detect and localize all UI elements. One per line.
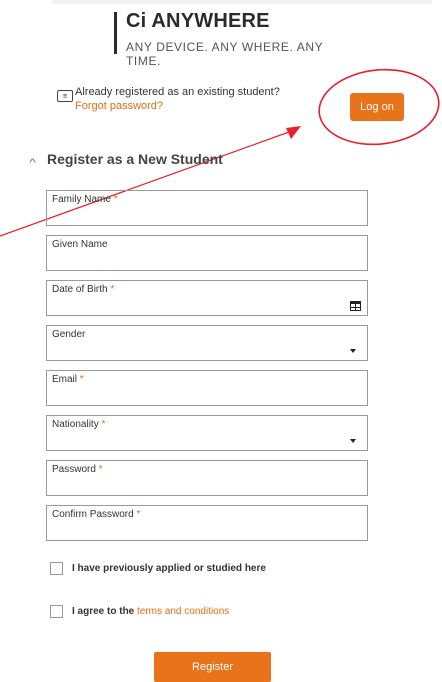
brand-title: Ci ANYWHERE	[126, 10, 270, 32]
forgot-password-link[interactable]: Forgot password?	[75, 100, 163, 112]
agree-terms-label: I agree to the terms and conditions	[72, 606, 230, 617]
password-field[interactable]: Password *	[46, 460, 368, 496]
top-divider	[52, 0, 432, 4]
caret-down-icon[interactable]	[350, 439, 356, 443]
date-of-birth-input[interactable]	[51, 297, 363, 313]
confirm-password-input[interactable]	[51, 522, 363, 538]
terms-link[interactable]: terms and conditions	[137, 606, 229, 617]
email-label: Email *	[52, 374, 84, 385]
register-button[interactable]: Register	[154, 652, 271, 682]
email-field[interactable]: Email *	[46, 370, 368, 406]
brand-tagline: ANY DEVICE. ANY WHERE. ANY TIME.	[126, 40, 323, 68]
previously-applied-checkbox[interactable]	[50, 562, 63, 575]
date-of-birth-label: Date of Birth *	[52, 284, 115, 295]
log-on-button[interactable]: Log on	[350, 93, 404, 121]
brand-bar	[114, 12, 117, 54]
family-name-field[interactable]: Family Name *	[46, 190, 368, 226]
date-of-birth-field[interactable]: Date of Birth *	[46, 280, 368, 316]
gender-field[interactable]: Gender	[46, 325, 368, 361]
existing-student-prompt: Already registered as an existing studen…	[75, 86, 280, 98]
confirm-password-field[interactable]: Confirm Password *	[46, 505, 368, 541]
register-section-title: Register as a New Student	[47, 151, 223, 167]
agree-terms-checkbox[interactable]	[50, 605, 63, 618]
confirm-password-label: Confirm Password *	[52, 509, 141, 520]
password-input[interactable]	[51, 477, 363, 493]
annotation-arrow-head	[286, 126, 301, 139]
email-input[interactable]	[51, 387, 363, 403]
password-label: Password *	[52, 464, 103, 475]
calendar-icon[interactable]	[350, 301, 361, 311]
nationality-field[interactable]: Nationality *	[46, 415, 368, 451]
nationality-label: Nationality *	[52, 419, 106, 430]
family-name-label: Family Name *	[52, 194, 118, 205]
caret-down-icon[interactable]	[350, 349, 356, 353]
chevron-up-icon[interactable]: ^	[29, 157, 36, 169]
brand-logo: Ci ANYWHERE ANY DEVICE. ANY WHERE. ANY T…	[114, 10, 334, 68]
id-card-icon: ≡	[57, 90, 73, 102]
given-name-input[interactable]	[51, 252, 363, 268]
given-name-field[interactable]: Given Name	[46, 235, 368, 271]
previously-applied-label: I have previously applied or studied her…	[72, 563, 266, 574]
family-name-input[interactable]	[51, 207, 363, 223]
gender-label: Gender	[52, 329, 86, 340]
given-name-label: Given Name	[52, 239, 108, 250]
